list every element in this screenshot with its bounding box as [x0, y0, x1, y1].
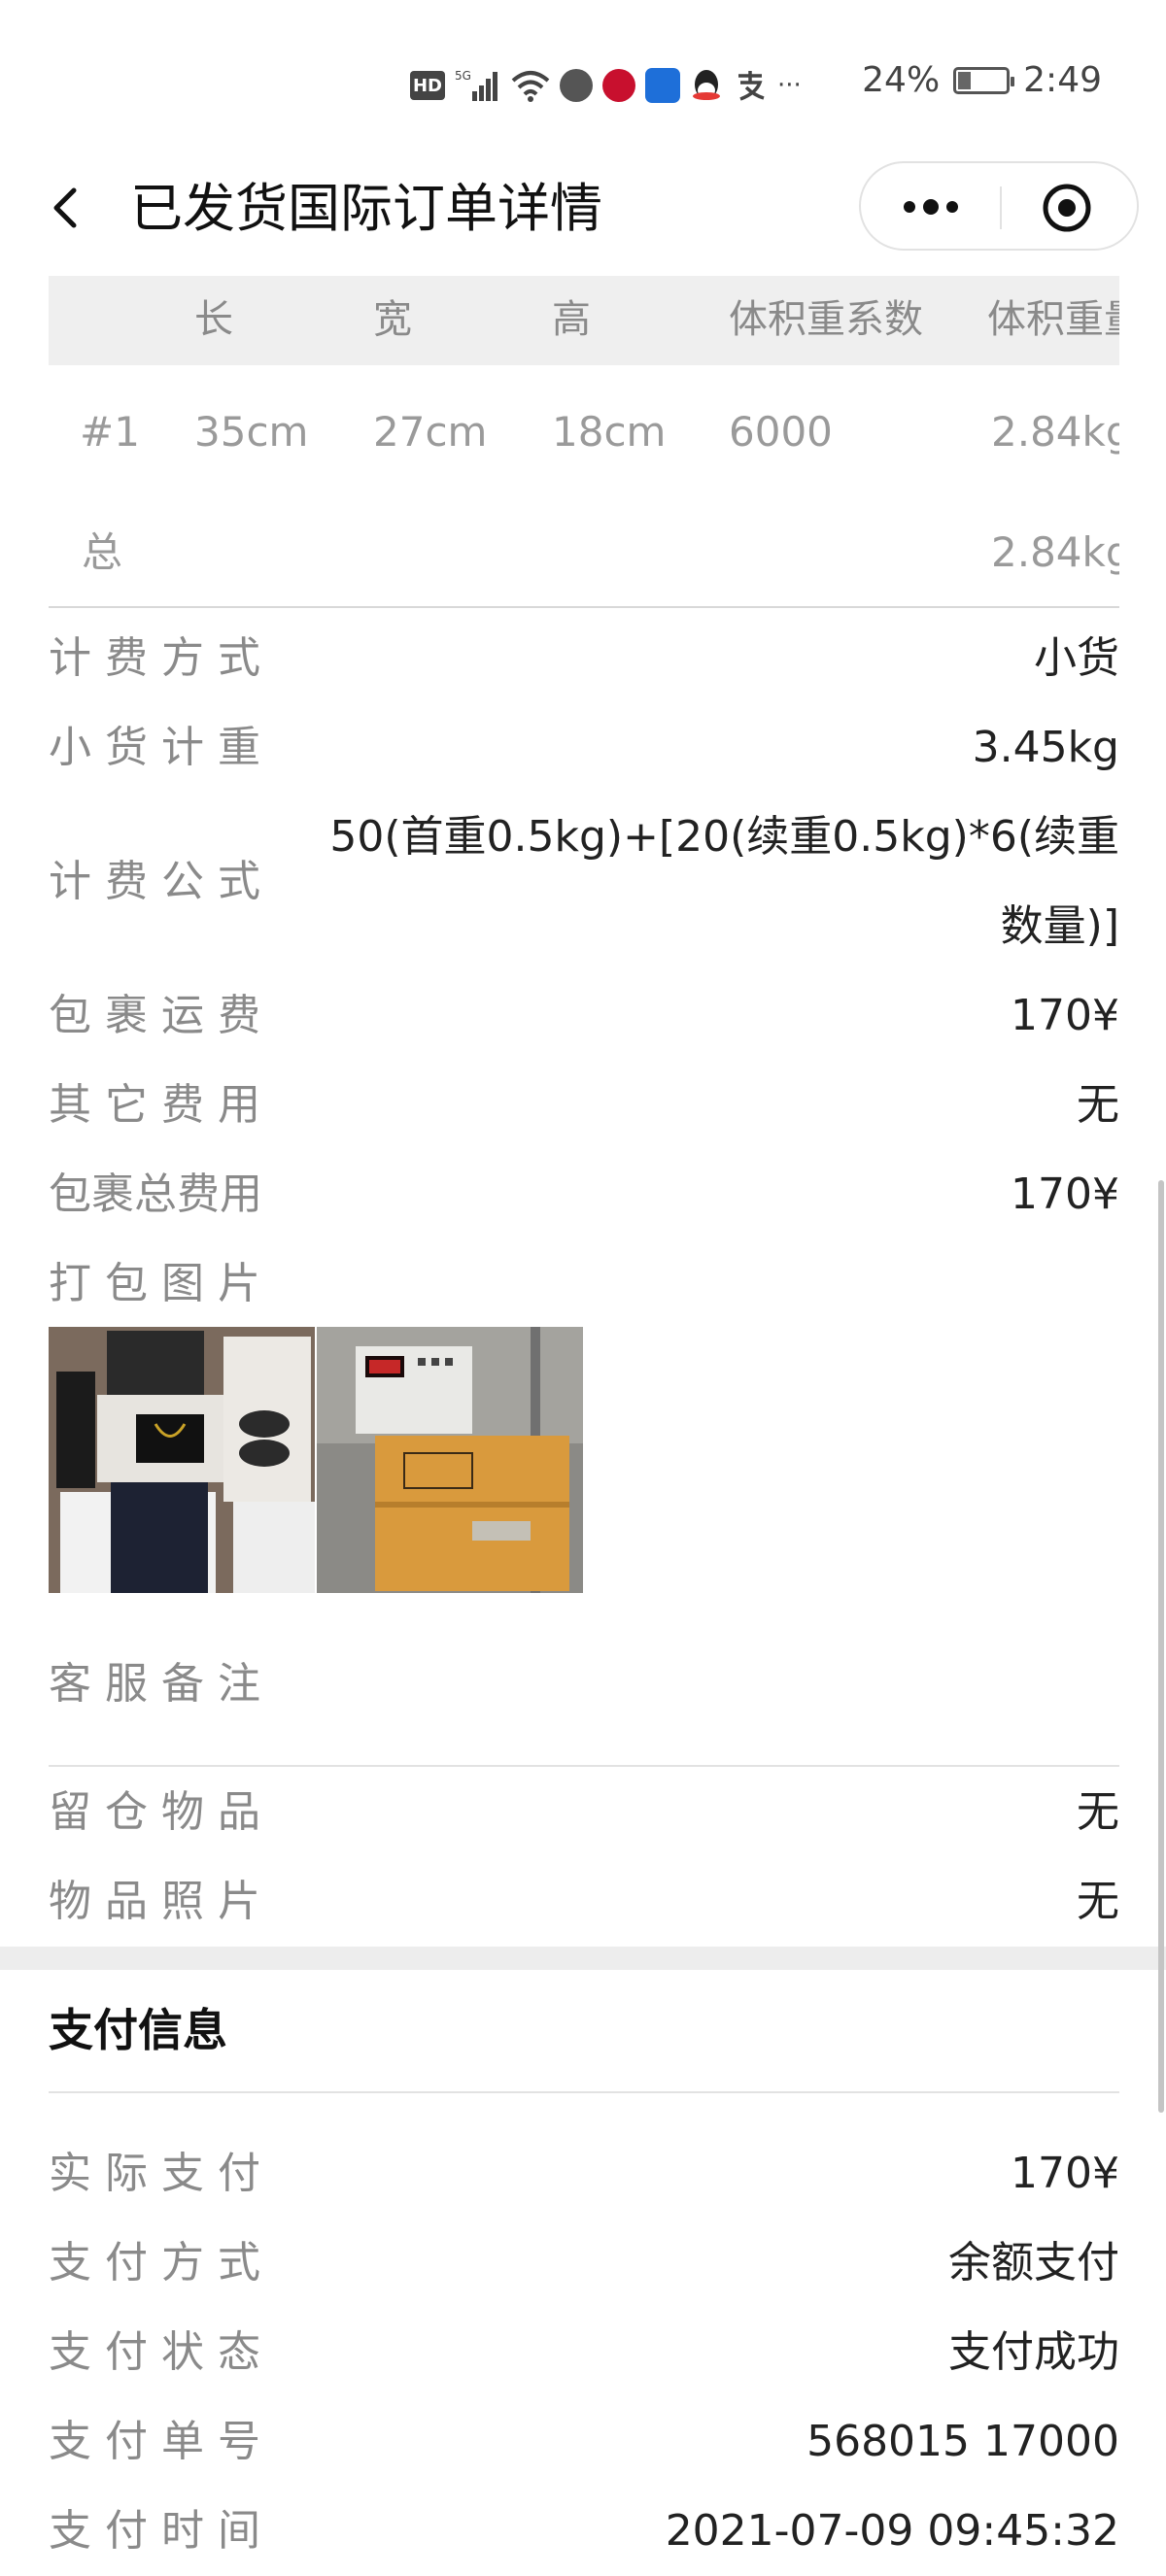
item-photos-label: 物品照片	[49, 1877, 274, 1926]
other-fee-value: 无	[1077, 1080, 1119, 1130]
back-icon[interactable]	[45, 185, 91, 231]
other-fee-row: 其它费用 无	[49, 1061, 1119, 1150]
section-separator	[0, 1947, 1166, 1970]
total-volume-weight: 2.84kg	[991, 528, 1119, 576]
app-icon	[645, 68, 680, 103]
cell-volume-weight: 2.84kg	[991, 408, 1119, 456]
kept-items-label: 留仓物品	[49, 1787, 274, 1837]
item-photos-value: 无	[1077, 1877, 1119, 1926]
payment-time-row: 支付时间 2021-07-09 09:45:32	[49, 2487, 1119, 2564]
scrollbar[interactable]	[1158, 1180, 1164, 2113]
pack-photo-scale[interactable]	[317, 1327, 583, 1593]
small-weight-value: 3.45kg	[972, 723, 1119, 772]
payment-status-row: 支付状态 支付成功	[49, 2308, 1119, 2397]
column-header-height: 高	[552, 297, 591, 342]
dimension-table[interactable]: 长 宽 高 体积重系数 体积重量 #1 35cm 27cm 18cm 6000 …	[49, 276, 1119, 608]
cs-note-row: 客服备注	[49, 1640, 1119, 1729]
kept-items-row: 留仓物品 无	[49, 1768, 1119, 1857]
signal-5g-icon: 5G	[455, 66, 501, 105]
cell-length: 35cm	[194, 408, 309, 456]
actual-paid-value: 170¥	[1011, 2149, 1119, 2198]
payment-status-value: 支付成功	[948, 2327, 1119, 2377]
small-weight-label: 小货计重	[49, 723, 274, 772]
page-title: 已发货国际订单详情	[130, 178, 602, 239]
cell-height: 18cm	[552, 408, 667, 456]
capsule-divider	[1000, 186, 1002, 229]
other-fee-label: 其它费用	[49, 1080, 274, 1130]
shipping-fee-value: 170¥	[1011, 991, 1119, 1040]
cs-note-label: 客服备注	[49, 1659, 274, 1709]
hd-icon: HD	[410, 71, 445, 100]
mini-program-capsule	[859, 161, 1139, 251]
shipping-fee-label: 包裹运费	[49, 991, 274, 1040]
small-weight-row: 小货计重 3.45kg	[49, 703, 1119, 793]
payment-order-no-row: 支付单号 568015 17000	[49, 2397, 1119, 2487]
total-fee-row: 包裹总费用 170¥	[49, 1150, 1119, 1239]
more-options-icon[interactable]	[896, 185, 966, 229]
table-total-row: 总 2.84kg	[49, 497, 1119, 604]
table-header: 长 宽 高 体积重系数 体积重量	[49, 276, 1119, 365]
qq-icon	[690, 66, 723, 105]
billing-method-value: 小货	[1034, 633, 1119, 683]
payment-method-label: 支付方式	[49, 2238, 274, 2288]
payment-status-label: 支付状态	[49, 2327, 274, 2377]
row-label: #1	[80, 408, 140, 456]
app-icon	[602, 69, 635, 102]
status-bar: HD 5G ··· 24% 2:49	[0, 0, 1166, 155]
payment-time-value: 2021-07-09 09:45:32	[665, 2506, 1119, 2556]
table-bottom-divider	[49, 606, 1119, 608]
billing-method-label: 计费方式	[49, 633, 274, 683]
actual-paid-label: 实际支付	[49, 2149, 274, 2198]
divider	[49, 2091, 1119, 2093]
alipay-icon	[733, 66, 768, 105]
total-label: 总	[82, 528, 123, 576]
pack-photo-items[interactable]	[49, 1327, 315, 1593]
formula-label: 计费公式	[49, 857, 274, 906]
total-fee-label: 包裹总费用	[49, 1169, 262, 1219]
payment-order-no-value: 568015 17000	[806, 2417, 1119, 2466]
payment-time-label: 支付时间	[49, 2506, 274, 2556]
status-icons: HD 5G ···	[410, 64, 802, 107]
svg-text:5G: 5G	[455, 69, 471, 83]
payment-method-row: 支付方式 余额支付	[49, 2219, 1119, 2308]
table-row: #1 35cm 27cm 18cm 6000 2.84kg	[49, 379, 1119, 486]
more-icon: ···	[777, 71, 802, 100]
divider	[49, 1765, 1119, 1767]
billing-method-row: 计费方式 小货	[49, 614, 1119, 703]
pack-photos-row: 打包图片	[49, 1239, 1119, 1329]
close-miniprogram-icon[interactable]	[1042, 183, 1092, 233]
total-fee-value: 170¥	[1011, 1169, 1119, 1219]
clock: 2:49	[1023, 60, 1102, 100]
status-right: 24% 2:49	[862, 60, 1102, 100]
kept-items-value: 无	[1077, 1787, 1119, 1837]
column-header-length: 长	[194, 297, 233, 342]
formula-row: 计费公式 50(首重0.5kg)+[20(续重0.5kg)*6(续重数量)]	[49, 793, 1119, 971]
app-icon	[560, 69, 593, 102]
payment-section-title: 支付信息	[49, 2004, 227, 2056]
actual-paid-row: 实际支付 170¥	[49, 2129, 1119, 2219]
pack-photos-label: 打包图片	[49, 1259, 274, 1308]
shipping-fee-row: 包裹运费 170¥	[49, 971, 1119, 1061]
cell-coef: 6000	[729, 408, 833, 456]
cell-width: 27cm	[373, 408, 488, 456]
formula-value: 50(首重0.5kg)+[20(续重0.5kg)*6(续重数量)]	[329, 812, 1119, 951]
item-photos-row: 物品照片 无	[49, 1857, 1119, 1947]
wifi-icon	[511, 66, 550, 105]
battery-percent: 24%	[862, 60, 941, 100]
payment-order-no-label: 支付单号	[49, 2417, 274, 2466]
column-header-volume-weight: 体积重量	[987, 297, 1119, 342]
column-header-width: 宽	[373, 297, 412, 342]
payment-method-value: 余额支付	[948, 2238, 1119, 2288]
title-bar: 已发货国际订单详情	[0, 155, 1166, 262]
column-header-coef: 体积重系数	[729, 297, 923, 342]
battery-icon	[953, 66, 1015, 94]
